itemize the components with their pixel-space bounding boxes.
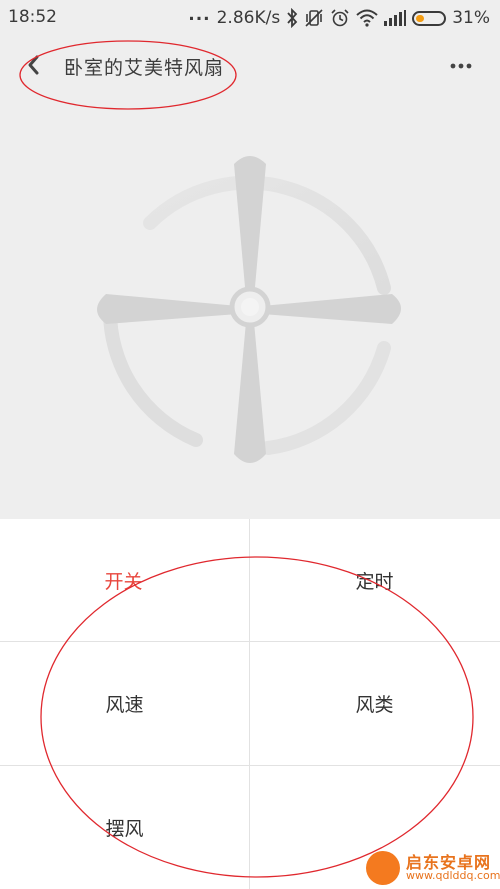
status-bar: 18:52 ... 2.86K/s 31% [0,0,500,36]
alarm-icon [330,8,350,28]
swing-label: 摆风 [105,817,144,840]
device-panel: 18:52 ... 2.86K/s 31% 卧室的艾美特风扇 [0,0,500,519]
fan-ring-arc-top [143,175,391,295]
fan-illustration [97,156,401,463]
status-icons: ... 2.86K/s 31% [188,5,490,30]
more-button[interactable] [446,52,476,80]
fan-ring-arc-left [102,301,203,447]
timer-button[interactable]: 定时 [250,519,499,641]
timer-label: 定时 [355,570,394,593]
power-button[interactable]: 开关 [0,519,249,641]
back-arrow-icon [28,55,39,75]
wifi-icon [356,9,378,27]
battery-icon [412,10,447,26]
power-label: 开关 [104,570,143,593]
fan-blade-left [97,294,238,324]
wind-speed-button[interactable]: 风速 [0,642,249,764]
wind-type-button[interactable]: 风类 [250,642,499,764]
bluetooth-icon [286,8,298,28]
fan-blade-top [234,156,266,298]
wind-speed-label: 风速 [105,693,144,716]
title-bar: 卧室的艾美特风扇 [0,40,500,92]
wind-type-label: 风类 [355,693,394,716]
fan-ring-arc-right [261,341,391,455]
back-button[interactable] [18,50,48,80]
status-time: 18:52 [8,7,57,27]
signal-icon [384,10,407,26]
fan-blade-bottom [234,322,266,463]
battery-fill [416,14,425,22]
network-speed: 2.86K/s [216,8,281,28]
vibrate-off-icon [304,8,324,28]
fan-blade-right [262,294,401,324]
control-grid: 开关 定时 风速 风类 摆风 [0,519,500,889]
status-dots: ... [188,5,211,25]
more-icon [450,63,472,69]
swing-button[interactable]: 摆风 [0,766,249,888]
battery-percent: 31% [452,8,490,28]
page-title: 卧室的艾美特风扇 [64,57,225,79]
